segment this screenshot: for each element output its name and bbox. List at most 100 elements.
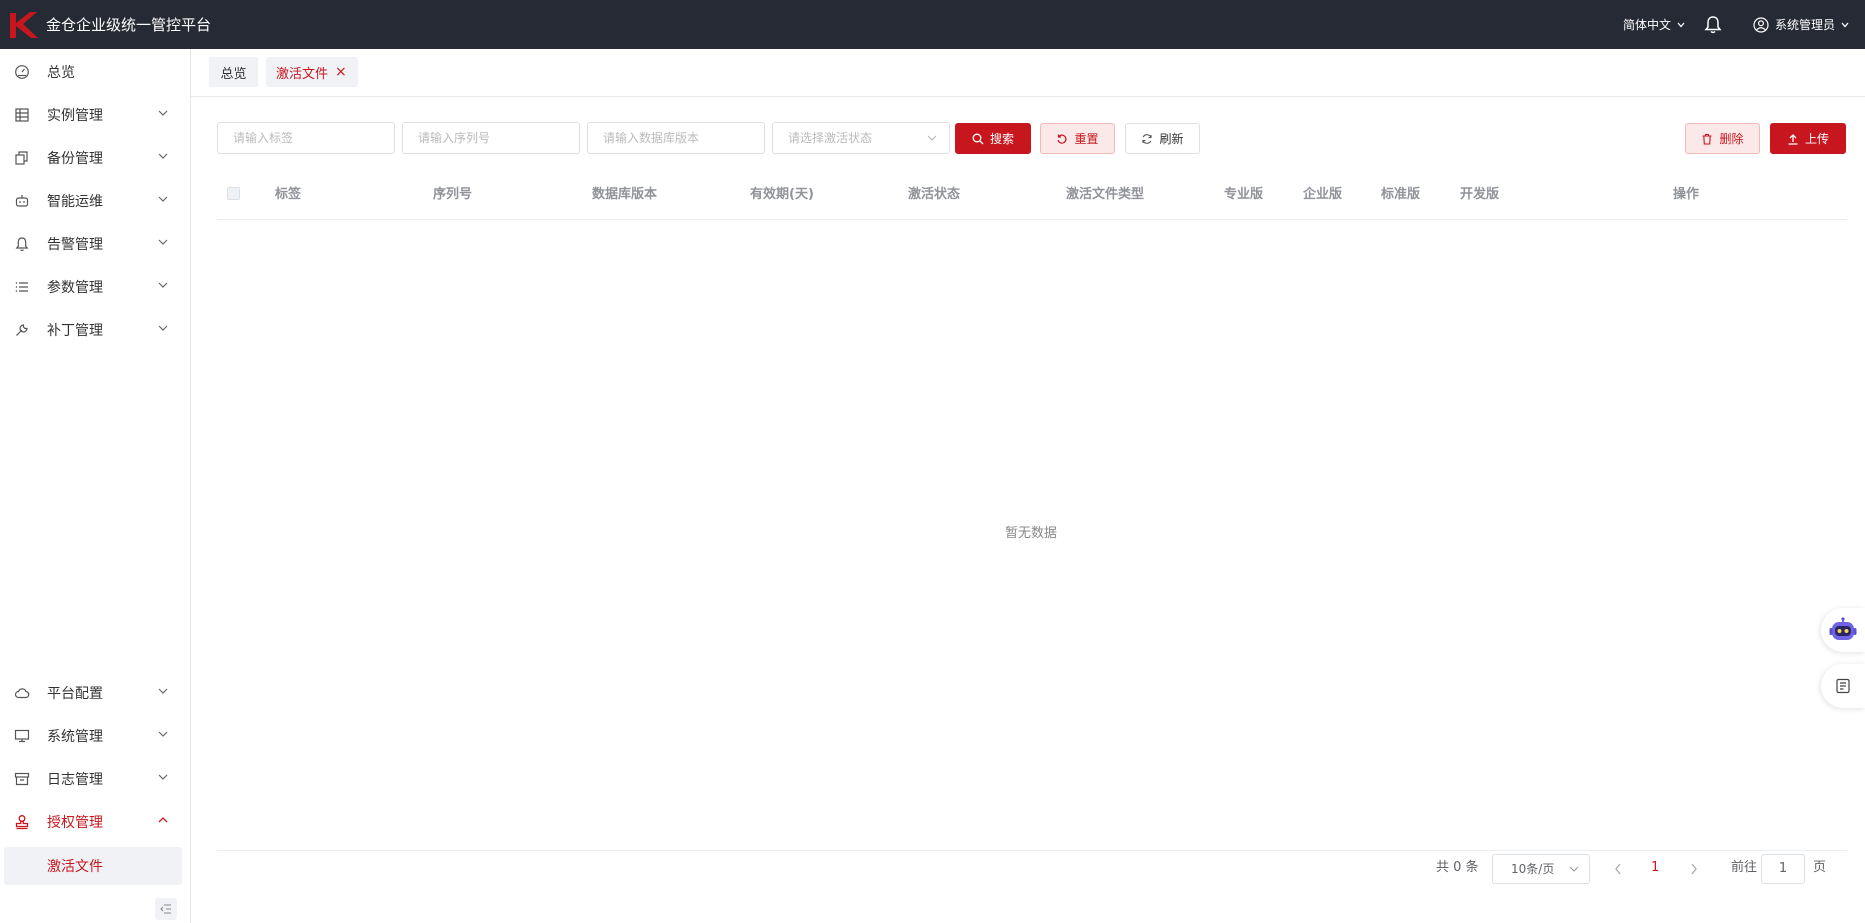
sidebar-collapse-button[interactable] xyxy=(155,898,177,920)
sidebar-item-smart-ops[interactable]: 智能运维 xyxy=(0,181,190,221)
collapse-menu-icon xyxy=(160,904,171,914)
page-size-value: 10条/页 xyxy=(1511,862,1555,876)
column-header-developer: 开发版 xyxy=(1460,187,1500,202)
document-icon xyxy=(1836,678,1850,694)
chevron-down-icon xyxy=(158,153,168,159)
robot-icon xyxy=(14,193,30,209)
notification-bell-icon[interactable] xyxy=(1703,15,1723,35)
chevron-down-icon xyxy=(158,282,168,288)
column-header-file-type: 激活文件类型 xyxy=(1066,187,1145,202)
search-button[interactable]: 搜索 xyxy=(955,123,1031,154)
trash-icon xyxy=(1702,133,1712,145)
user-menu[interactable]: 系统管理员 xyxy=(1753,16,1855,33)
sidebar-subitem-activation-file[interactable]: 激活文件 xyxy=(4,847,182,885)
app-title: 金仓企业级统一管控平台 xyxy=(46,16,212,34)
serial-number-input[interactable] xyxy=(402,122,580,154)
chevron-down-icon xyxy=(158,688,168,694)
chevron-down-icon xyxy=(158,110,168,116)
chevron-down-icon xyxy=(1569,866,1579,872)
sidebar-item-label: 总览 xyxy=(47,65,75,81)
sidebar-item-instances[interactable]: 实例管理 xyxy=(0,95,190,135)
tab-label: 激活文件 xyxy=(276,66,329,82)
upload-button-label: 上传 xyxy=(1804,132,1829,146)
robot-assistant-icon xyxy=(1829,617,1857,640)
column-header-validity: 有效期(天) xyxy=(750,187,814,202)
search-button-label: 搜索 xyxy=(989,132,1014,146)
language-selector[interactable]: 简体中文 xyxy=(1623,16,1685,33)
total-count: 共 0 条 xyxy=(1436,860,1479,875)
kingbase-logo-icon xyxy=(10,11,38,38)
sidebar-item-label: 备份管理 xyxy=(47,151,103,167)
sidebar-subitem-label: 激活文件 xyxy=(47,859,103,875)
sidebar: 总览 实例管理 备份管理 智能运维 告警管理 参数管理 补丁管理 平台配置 系统… xyxy=(0,49,191,923)
select-placeholder: 请选择激活状态 xyxy=(788,131,873,145)
main-content: 请选择激活状态 搜索 重置 刷新 删除 上传 标签 序列号 数据库版本 有效期(… xyxy=(191,104,1865,923)
archive-icon xyxy=(14,771,30,787)
wrench-icon xyxy=(14,322,30,338)
column-header-tag: 标签 xyxy=(275,187,302,202)
page-suffix: 页 xyxy=(1813,860,1827,875)
reset-button-label: 重置 xyxy=(1074,132,1099,146)
refresh-button-label: 刷新 xyxy=(1159,132,1184,146)
sidebar-item-label: 实例管理 xyxy=(47,108,103,124)
tab-label: 总览 xyxy=(220,66,247,82)
sidebar-item-label: 系统管理 xyxy=(47,729,103,745)
sidebar-item-backup[interactable]: 备份管理 xyxy=(0,138,190,178)
close-icon[interactable]: × xyxy=(335,64,347,80)
sidebar-item-label: 告警管理 xyxy=(47,237,103,253)
sidebar-item-label: 授权管理 xyxy=(47,815,103,831)
stamp-icon xyxy=(14,814,30,830)
activation-status-select[interactable]: 请选择激活状态 xyxy=(772,122,950,154)
db-version-input[interactable] xyxy=(587,122,765,154)
column-header-enterprise: 企业版 xyxy=(1303,187,1343,202)
sidebar-item-label: 平台配置 xyxy=(47,686,103,702)
tab-overview[interactable]: 总览 xyxy=(209,57,258,87)
copy-icon xyxy=(14,150,30,166)
tag-input[interactable] xyxy=(217,122,395,154)
dashboard-icon xyxy=(14,64,30,80)
empty-state-text: 暂无数据 xyxy=(1004,526,1057,541)
chevron-down-icon xyxy=(158,774,168,780)
next-page-icon[interactable] xyxy=(1690,863,1698,875)
bell-icon xyxy=(14,236,30,252)
sidebar-item-license[interactable]: 授权管理 xyxy=(0,802,190,842)
document-panel-button[interactable] xyxy=(1821,664,1865,708)
sidebar-item-alerts[interactable]: 告警管理 xyxy=(0,224,190,264)
prev-page-icon[interactable] xyxy=(1614,863,1622,875)
sidebar-item-platform-config[interactable]: 平台配置 xyxy=(0,673,190,713)
refresh-icon xyxy=(1142,133,1153,144)
sidebar-item-overview[interactable]: 总览 xyxy=(0,52,190,92)
sidebar-item-label: 参数管理 xyxy=(47,280,103,296)
reset-button[interactable]: 重置 xyxy=(1040,123,1115,154)
delete-button[interactable]: 删除 xyxy=(1685,123,1760,154)
page-size-select[interactable]: 10条/页 xyxy=(1492,854,1590,884)
sidebar-item-label: 日志管理 xyxy=(47,772,103,788)
upload-button[interactable]: 上传 xyxy=(1770,123,1846,154)
chevron-down-icon xyxy=(158,196,168,202)
refresh-button[interactable]: 刷新 xyxy=(1125,123,1200,154)
chevron-down-icon xyxy=(158,325,168,331)
sidebar-item-label: 智能运维 xyxy=(47,194,103,210)
page-number-current[interactable]: 1 xyxy=(1651,854,1659,884)
column-header-status: 激活状态 xyxy=(908,187,961,202)
chevron-down-icon xyxy=(158,731,168,737)
chevron-down-icon xyxy=(158,239,168,245)
language-label: 简体中文 xyxy=(1622,18,1671,32)
search-icon xyxy=(972,133,984,144)
sidebar-item-params[interactable]: 参数管理 xyxy=(0,267,190,307)
select-all-checkbox[interactable] xyxy=(227,187,240,200)
sidebar-item-logs[interactable]: 日志管理 xyxy=(0,759,190,799)
column-header-standard: 标准版 xyxy=(1381,187,1421,202)
column-header-db-version: 数据库版本 xyxy=(592,187,658,202)
ai-assistant-button[interactable] xyxy=(1821,608,1865,652)
tab-activation-file[interactable]: 激活文件 × xyxy=(266,57,358,87)
chevron-down-icon xyxy=(1677,22,1685,27)
column-header-actions: 操作 xyxy=(1673,187,1700,202)
sidebar-item-patches[interactable]: 补丁管理 xyxy=(0,310,190,350)
tabs-bar: 总览 激活文件 × xyxy=(191,49,1865,97)
sidebar-item-system[interactable]: 系统管理 xyxy=(0,716,190,756)
pagination-divider xyxy=(217,850,1847,851)
database-icon xyxy=(14,107,30,123)
list-icon xyxy=(14,279,30,295)
goto-page-input[interactable]: 1 xyxy=(1761,854,1805,884)
